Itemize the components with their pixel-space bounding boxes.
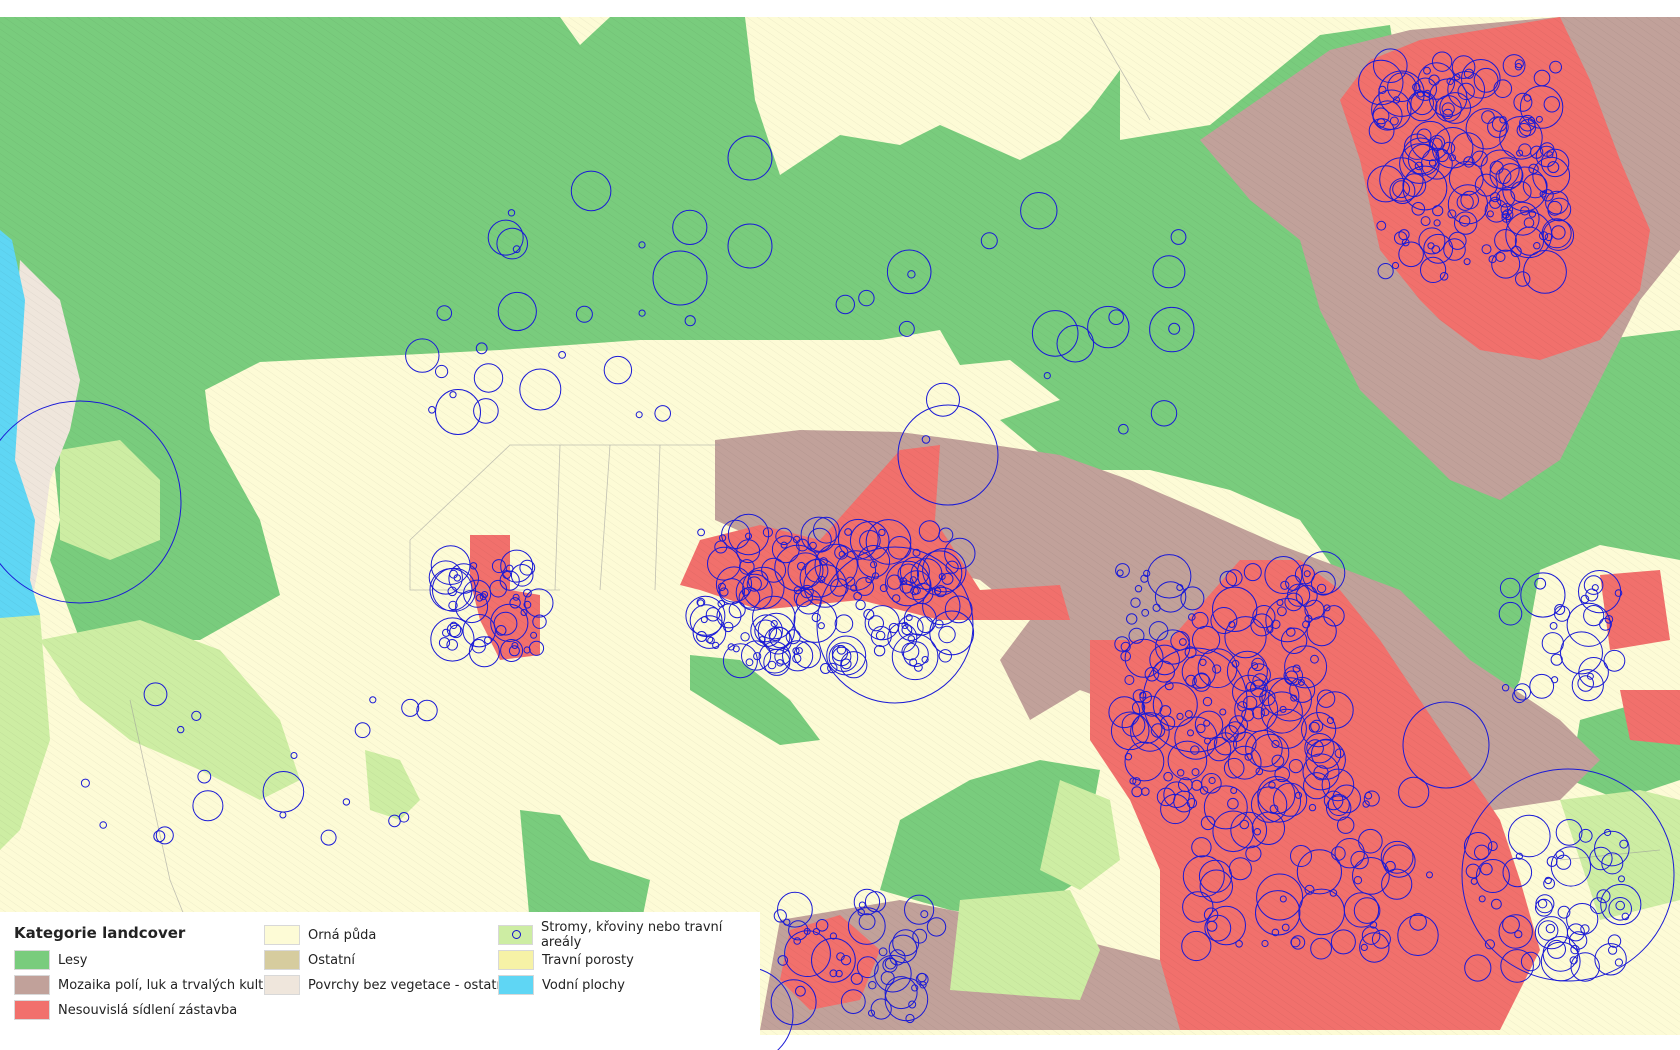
legend-label-vodni: Vodní plochy (542, 977, 625, 993)
legend-swatch-lesy (14, 950, 50, 970)
legend-label-povrchy: Povrchy bez vegetace - ostatní (308, 977, 509, 993)
legend-label-travni: Travní porosty (542, 952, 634, 968)
legend-item-vodni: Vodní plochy (498, 975, 625, 995)
map-legend: Kategorie landcover Lesy Mozaika polí, l… (0, 912, 760, 1050)
legend-label-mozaika: Mozaika polí, luk a trvalých kultur (58, 977, 277, 993)
legend-item-sidelni: Nesouvislá sídlení zástavba (14, 1000, 237, 1020)
legend-item-stromy: Stromy, křoviny nebo travní areály (498, 920, 760, 950)
legend-label-lesy: Lesy (58, 952, 88, 968)
legend-item-orna: Orná půda (264, 925, 376, 945)
legend-item-ostatni: Ostatní (264, 950, 355, 970)
legend-swatch-povrchy (264, 975, 300, 995)
map-hatch-overlay (0, 17, 1680, 1035)
legend-swatch-mozaika (14, 975, 50, 995)
legend-label-orna: Orná půda (308, 927, 377, 943)
legend-title: Kategorie landcover (14, 924, 186, 942)
legend-circle-icon (512, 930, 521, 939)
legend-swatch-ostatni (264, 950, 300, 970)
legend-swatch-vodni (498, 975, 534, 995)
legend-swatch-travni (498, 950, 534, 970)
legend-item-lesy: Lesy (14, 950, 87, 970)
legend-item-travni: Travní porosty (498, 950, 634, 970)
legend-swatch-sidelni (14, 1000, 50, 1020)
legend-swatch-stromy (498, 925, 533, 945)
legend-item-mozaika: Mozaika polí, luk a trvalých kultur (14, 975, 277, 995)
landcover-map[interactable] (0, 0, 1680, 1050)
legend-item-povrchy: Povrchy bez vegetace - ostatní (264, 975, 508, 995)
legend-label-stromy: Stromy, křoviny nebo travní areály (540, 920, 723, 950)
legend-label-sidelni: Nesouvislá sídlení zástavba (58, 1002, 238, 1018)
legend-label-ostatni: Ostatní (308, 952, 356, 968)
legend-swatch-orna (264, 925, 300, 945)
